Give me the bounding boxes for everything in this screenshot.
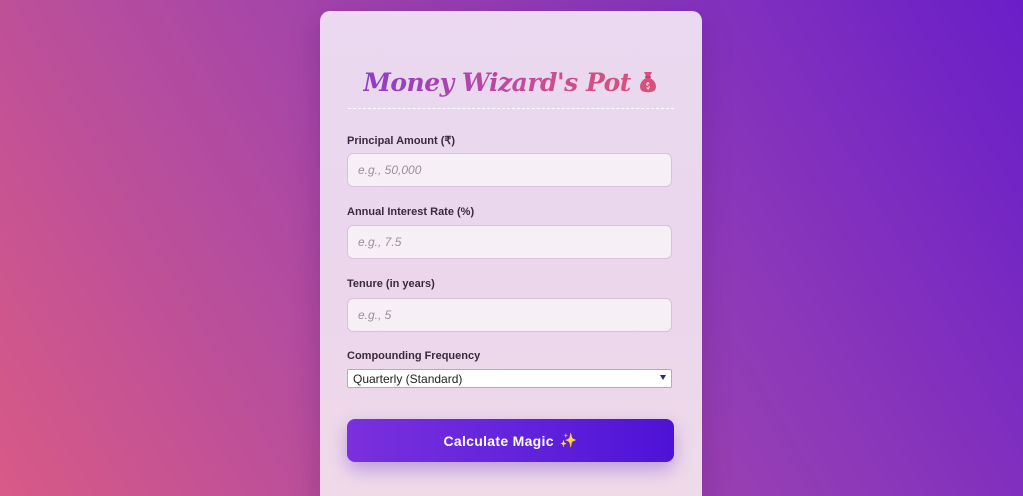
principal-label: Principal Amount (₹) — [347, 135, 456, 147]
money-bag-icon — [639, 72, 656, 93]
calculate-button[interactable]: Calculate Magic ✨ — [347, 419, 674, 462]
tenure-input[interactable] — [347, 298, 672, 332]
frequency-selected-value: Quarterly (Standard) — [353, 371, 463, 386]
interest-rate-input[interactable] — [347, 225, 672, 259]
tenure-label: Tenure (in years) — [347, 278, 435, 290]
compounding-frequency-select[interactable]: Quarterly (Standard) — [347, 369, 672, 388]
title-row: Money Wizard's Pot — [348, 59, 674, 105]
title-divider — [348, 108, 674, 109]
rate-label: Annual Interest Rate (%) — [347, 206, 475, 218]
calculator-card: Money Wizard's Pot Principal Amount (₹) … — [320, 11, 702, 496]
calculate-button-label: Calculate Magic — [443, 432, 554, 449]
sparkles-icon: ✨ — [559, 432, 578, 448]
app-title: Money Wizard's Pot — [363, 67, 631, 97]
frequency-label: Compounding Frequency — [347, 350, 481, 362]
chevron-down-icon — [660, 375, 666, 380]
principal-input[interactable] — [347, 153, 672, 187]
